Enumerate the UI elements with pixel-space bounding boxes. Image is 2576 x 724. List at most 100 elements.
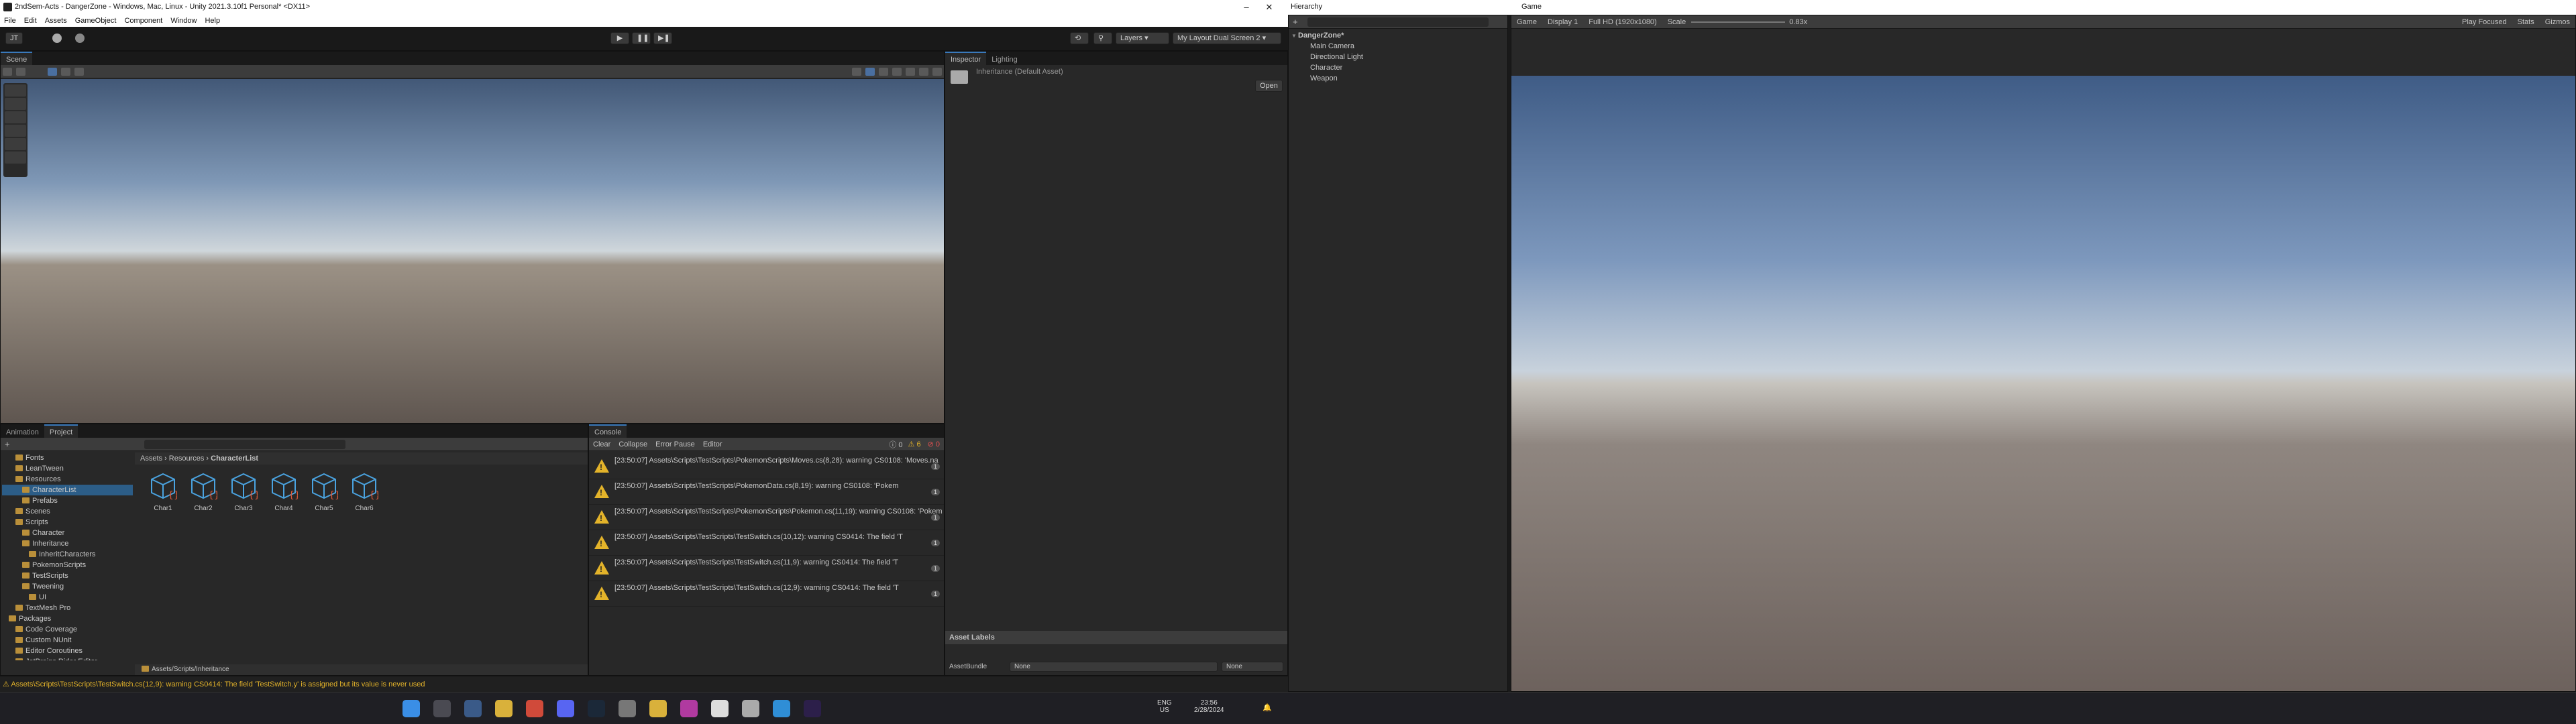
browser-icon[interactable]	[526, 699, 543, 717]
display-dropdown[interactable]: Display 1	[1548, 18, 1578, 26]
hierarchy-item[interactable]: Directional Light	[1291, 52, 1505, 62]
folder-tree-item[interactable]: Scenes	[2, 506, 133, 517]
tab-animation[interactable]: Animation	[1, 424, 44, 438]
cloud-icon[interactable]	[52, 34, 62, 43]
game-viewport[interactable]	[1511, 76, 2575, 691]
layout-dropdown[interactable]: My Layout Dual Screen 2 ▾	[1173, 32, 1281, 44]
snap-icon[interactable]	[61, 67, 70, 76]
game-mode-dropdown[interactable]: Game	[1517, 18, 1537, 26]
menu-assets[interactable]: Assets	[45, 17, 67, 25]
increment-snap-icon[interactable]	[74, 67, 84, 76]
hierarchy-item[interactable]: Main Camera	[1291, 41, 1505, 52]
file-explorer-icon[interactable]	[495, 699, 513, 717]
info-count[interactable]: ⓘ 0	[889, 439, 902, 450]
tab-project[interactable]: Project	[44, 424, 78, 438]
open-button[interactable]: Open	[1255, 80, 1283, 92]
task-view-icon[interactable]	[464, 699, 482, 717]
menu-component[interactable]: Component	[124, 17, 162, 25]
stats-button[interactable]: Stats	[2518, 18, 2534, 26]
gizmos-button[interactable]: Gizmos	[2545, 18, 2570, 26]
tab-lighting[interactable]: Lighting	[986, 52, 1023, 65]
folder-tree-item[interactable]: Fonts	[2, 452, 133, 463]
transform-tool-icon[interactable]	[5, 152, 26, 164]
folder-tree-item[interactable]: Tweening	[2, 581, 133, 592]
effects-icon[interactable]	[892, 67, 902, 76]
asset-item[interactable]: {} Char4	[264, 471, 304, 512]
play-focused-dropdown[interactable]: Play Focused	[2462, 18, 2507, 26]
search-icon[interactable]: ⚲	[1093, 32, 1112, 44]
menu-file[interactable]: File	[4, 17, 16, 25]
after-effects-icon[interactable]	[804, 699, 821, 717]
folder-tree-item[interactable]: Editor Coroutines	[2, 646, 133, 656]
console-log-row[interactable]: [23:50:07] Assets\Scripts\TestScripts\Te…	[589, 556, 944, 581]
folder-tree-item[interactable]: Code Coverage	[2, 624, 133, 635]
console-log-row[interactable]: [23:50:07] Assets\Scripts\TestScripts\Te…	[589, 530, 944, 556]
scale-tool-icon[interactable]	[5, 125, 26, 137]
folder-tree-item[interactable]: PokemonScripts	[2, 560, 133, 570]
render-mode-icon[interactable]	[16, 67, 25, 76]
unity-icon[interactable]	[742, 699, 759, 717]
app-icon[interactable]	[619, 699, 636, 717]
assetbundle-dropdown[interactable]: None	[1010, 662, 1218, 672]
play-icon[interactable]: ▶	[610, 32, 629, 44]
resolution-dropdown[interactable]: Full HD (1920x1080)	[1589, 18, 1657, 26]
folder-tree-item[interactable]: JetBrains Rider Editor	[2, 656, 133, 660]
folder-tree-item[interactable]: Custom NUnit	[2, 635, 133, 646]
asset-item[interactable]: {} Char1	[143, 471, 183, 512]
audio-toggle-icon[interactable]	[879, 67, 888, 76]
visibility-icon[interactable]	[906, 67, 915, 76]
folder-tree-item[interactable]: Prefabs	[2, 495, 133, 506]
close-icon[interactable]: ✕	[1254, 0, 1284, 15]
asset-item[interactable]: {} Char2	[183, 471, 223, 512]
folder-tree-item[interactable]: LeanTween	[2, 463, 133, 474]
error-count[interactable]: ⊘ 0	[928, 440, 940, 448]
camera-icon[interactable]	[919, 67, 928, 76]
asset-item[interactable]: {} Char6	[344, 471, 384, 512]
collab-icon[interactable]	[75, 34, 85, 43]
folder-tree-item[interactable]: CharacterList	[2, 485, 133, 495]
hierarchy-item[interactable]: Weapon	[1291, 73, 1505, 84]
hierarchy-scene[interactable]: ▼ DangerZone*	[1291, 30, 1505, 41]
windows-start-icon[interactable]	[402, 699, 420, 717]
unity-hub-icon[interactable]	[711, 699, 729, 717]
console-log-row[interactable]: [23:50:07] Assets\Scripts\TestScripts\Te…	[589, 581, 944, 607]
breadcrumb-characterlist[interactable]: CharacterList	[211, 455, 258, 463]
console-log-row[interactable]: [23:50:07] Assets\Scripts\TestScripts\Po…	[589, 454, 944, 479]
history-icon[interactable]: ⟲	[1070, 32, 1089, 44]
menu-edit[interactable]: Edit	[24, 17, 37, 25]
clear-button[interactable]: Clear	[593, 440, 610, 448]
pause-icon[interactable]: ❚❚	[632, 32, 651, 44]
draw-mode-icon[interactable]	[3, 67, 12, 76]
clock[interactable]: 23:56 2/28/2024	[1194, 699, 1224, 714]
scene-viewport[interactable]	[1, 79, 944, 423]
menu-window[interactable]: Window	[170, 17, 197, 25]
menu-help[interactable]: Help	[205, 17, 220, 25]
folder-tree-item[interactable]: TestScripts	[2, 570, 133, 581]
breadcrumb-resources[interactable]: Resources	[169, 455, 205, 463]
tab-console[interactable]: Console	[589, 424, 627, 438]
hierarchy-item[interactable]: Character	[1291, 62, 1505, 73]
hand-tool-icon[interactable]	[5, 84, 26, 97]
menu-gameobject[interactable]: GameObject	[75, 17, 117, 25]
console-log-row[interactable]: [23:50:07] Assets\Scripts\TestScripts\Po…	[589, 479, 944, 505]
warning-count[interactable]: ⚠ 6	[908, 440, 921, 448]
app-icon[interactable]	[680, 699, 698, 717]
folder-tree-item[interactable]: Character	[2, 528, 133, 538]
steam-icon[interactable]	[588, 699, 605, 717]
2d-toggle-icon[interactable]	[852, 67, 861, 76]
notes-icon[interactable]	[649, 699, 667, 717]
project-search-input[interactable]	[144, 439, 345, 449]
rotate-tool-icon[interactable]	[5, 111, 26, 123]
gizmos-icon[interactable]	[932, 67, 942, 76]
breadcrumb-assets[interactable]: Assets	[140, 455, 162, 463]
grid-icon[interactable]	[48, 67, 57, 76]
folder-tree-item[interactable]: Scripts	[2, 517, 133, 528]
asset-item[interactable]: {} Char3	[223, 471, 264, 512]
discord-icon[interactable]	[557, 699, 574, 717]
account-button[interactable]: JT	[5, 32, 23, 44]
folder-tree-item[interactable]: Packages	[2, 613, 133, 624]
lighting-toggle-icon[interactable]	[865, 67, 875, 76]
rect-tool-icon[interactable]	[5, 138, 26, 150]
tab-inspector[interactable]: Inspector	[945, 52, 987, 65]
folder-tree-item[interactable]: UI	[2, 592, 133, 603]
